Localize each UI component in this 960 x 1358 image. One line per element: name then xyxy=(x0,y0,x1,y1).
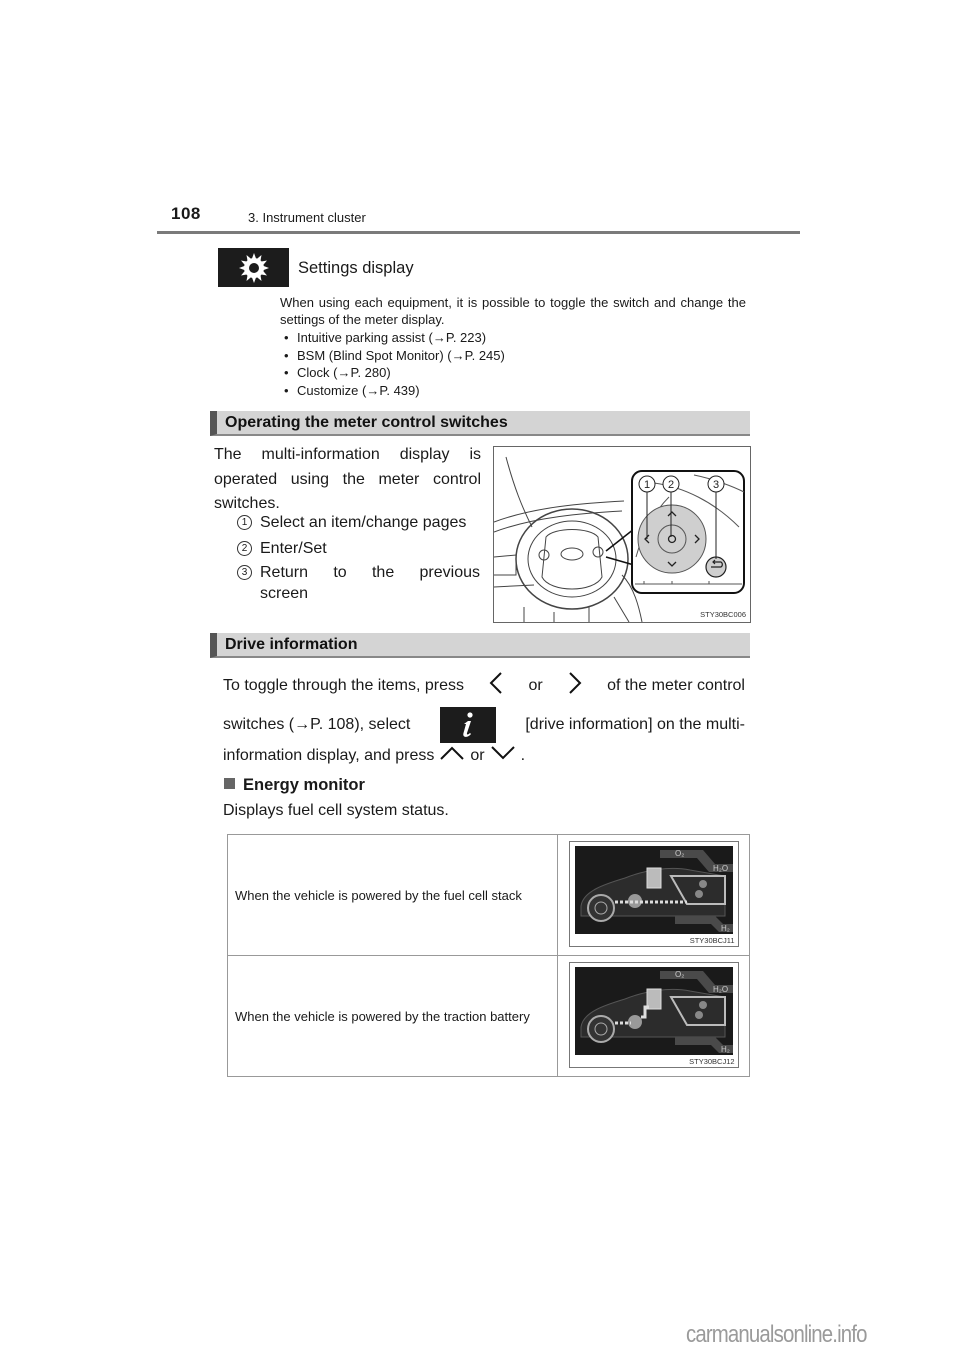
instruction-text: of the meter control xyxy=(607,676,745,694)
label-h2o: H₂O xyxy=(713,985,728,994)
figure-code: STY30BCJ12 xyxy=(689,1056,735,1066)
fuel-cell-node xyxy=(698,879,707,888)
callout-1: 1 xyxy=(644,479,650,491)
info-icon xyxy=(439,707,496,743)
instruction-text: information display, and press xyxy=(223,746,435,764)
instruction-text: . xyxy=(520,746,526,764)
energy-monitor-table: When the vehicle is powered by the fuel … xyxy=(226,834,750,1077)
section-heading: Operating the meter control switches xyxy=(225,414,508,431)
number-badge: 3 xyxy=(237,565,252,580)
fuel-cell-node xyxy=(694,1010,703,1019)
settings-list: Intuitive parking assist (→P. 223) BSM (… xyxy=(284,329,505,399)
wheel xyxy=(586,893,615,922)
numbered-item: 2 Enter/Set xyxy=(237,537,481,561)
list-item: BSM (Blind Spot Monitor) (→P. 245) xyxy=(284,347,505,365)
chevron-right-icon xyxy=(568,672,582,699)
list-item: Customize (→P. 439) xyxy=(284,382,505,400)
chevron-left-icon xyxy=(489,672,503,699)
list-item-text[interactable]: Intuitive parking assist (→P. 223) xyxy=(297,330,486,345)
steering-wheel-drawing: 1 2 3 xyxy=(493,456,745,623)
callout-3: 3 xyxy=(713,479,719,491)
item-text: Return to the previous xyxy=(260,564,480,581)
fuel-cell-node xyxy=(698,1000,707,1009)
instruction-text: or xyxy=(470,746,485,764)
settings-description: When using each equipment, it is possibl… xyxy=(280,295,746,327)
energy-monitor-image: O₂ H₂O H₂ xyxy=(574,966,733,1055)
instruction-text: [drive information] on the multi- xyxy=(525,716,745,733)
table-cell-image: O₂ H₂O H₂ STY30BCJ12 xyxy=(557,955,750,1077)
table-row: When the vehicle is powered by the fuel … xyxy=(226,834,750,956)
table-row: When the vehicle is powered by the tract… xyxy=(226,955,750,1077)
item-text: Enter/Set xyxy=(260,540,327,557)
subheading-text: Energy monitor xyxy=(243,776,365,794)
label-o2: O₂ xyxy=(675,970,684,979)
label-h2: H₂ xyxy=(721,924,730,933)
figure-code: STY30BCJ11 xyxy=(689,935,735,945)
drive-instructions-line-3: information display, and press or . xyxy=(223,746,745,765)
drive-instructions-line-1: To toggle through the items, press or of… xyxy=(223,672,745,699)
watermark: carmanualsonline.info xyxy=(686,1321,867,1348)
drive-instructions-line-2: switches (→P. 108), select [drive inform… xyxy=(223,707,745,743)
energy-monitor-screen-fuel-cell: O₂ H₂O H₂ STY30BCJ11 xyxy=(568,840,739,947)
battery-icon xyxy=(646,988,662,1009)
label-h2o: H₂O xyxy=(713,864,728,873)
steering-wheel-illustration: 1 2 3 STY30BC006 xyxy=(493,446,751,623)
energy-monitor-description: Displays fuel cell system status. xyxy=(223,802,449,819)
energy-monitor-screen-traction-battery: O₂ H₂O H₂ STY30BCJ12 xyxy=(568,961,739,1068)
table-cell-image: O₂ H₂O H₂ STY30BCJ11 xyxy=(557,834,750,956)
header-divider xyxy=(157,231,800,234)
table-cell-text: When the vehicle is powered by the tract… xyxy=(226,955,559,1077)
list-item-text[interactable]: Clock (→P. 280) xyxy=(297,365,391,380)
figure-code: STY30BC006 xyxy=(700,610,746,619)
list-item: Clock (→P. 280) xyxy=(284,364,505,382)
square-bullet-icon xyxy=(224,778,235,789)
page-number: 108 xyxy=(171,204,201,223)
section-heading: Drive information xyxy=(225,636,358,653)
chapter-title: 3. Instrument cluster xyxy=(248,210,366,225)
chevron-down-icon xyxy=(490,746,515,765)
operating-intro: The multi-information display is operate… xyxy=(214,446,481,512)
numbered-item: 1 Select an item/change pages xyxy=(237,511,481,535)
numbered-item: 3 Return to the previous xyxy=(237,561,481,585)
list-item: Intuitive parking assist (→P. 223) xyxy=(284,329,505,347)
item-text: Select an item/change pages xyxy=(260,514,467,531)
section-header-operating: Operating the meter control switches xyxy=(210,411,750,436)
fuel-cell-node xyxy=(694,889,703,898)
settings-display-title: Settings display xyxy=(298,259,414,277)
section-header-drive-information: Drive information xyxy=(210,633,750,658)
energy-monitor-heading: Energy monitor xyxy=(224,776,365,795)
callout-2: 2 xyxy=(668,479,674,491)
gear-icon xyxy=(218,248,289,287)
label-o2: O₂ xyxy=(675,849,684,858)
chevron-up-icon xyxy=(440,746,465,765)
number-badge: 2 xyxy=(237,541,252,556)
list-item-text[interactable]: BSM (Blind Spot Monitor) (→P. 245) xyxy=(297,348,505,363)
instruction-text[interactable]: switches (→P. 108), select xyxy=(223,716,410,734)
label-h2: H₂ xyxy=(721,1045,730,1054)
table-cell-text: When the vehicle is powered by the fuel … xyxy=(226,834,559,956)
list-item-text[interactable]: Customize (→P. 439) xyxy=(297,383,420,398)
number-badge: 1 xyxy=(237,515,252,530)
battery-icon xyxy=(646,867,662,888)
instruction-text: or xyxy=(528,676,543,694)
instruction-text: To toggle through the items, press xyxy=(223,676,465,694)
energy-monitor-image: O₂ H₂O H₂ xyxy=(574,845,733,934)
wheel xyxy=(586,1014,615,1043)
item-text-continued: screen xyxy=(260,585,309,602)
